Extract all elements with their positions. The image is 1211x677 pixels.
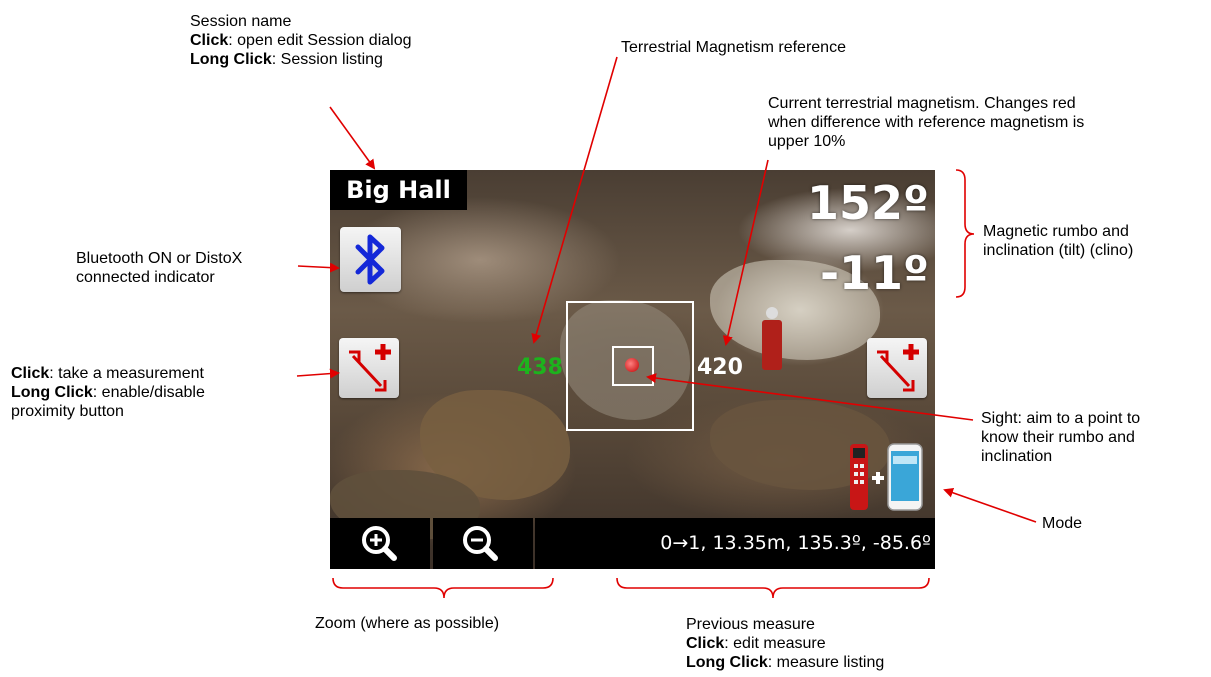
arrow-terrestrial-ref [531, 56, 618, 344]
arrow-bluetooth [297, 262, 340, 273]
arrow-measure [296, 368, 340, 379]
brace-zoom [332, 577, 554, 599]
brace-previous-measure [616, 577, 930, 599]
arrow-session [329, 106, 376, 170]
arrow-mode [943, 487, 1037, 523]
brace-rumbo-tilt [955, 169, 975, 298]
arrow-sight [646, 373, 974, 421]
annotation-overlay [296, 56, 1037, 599]
arrow-current-magnetism [722, 159, 769, 346]
